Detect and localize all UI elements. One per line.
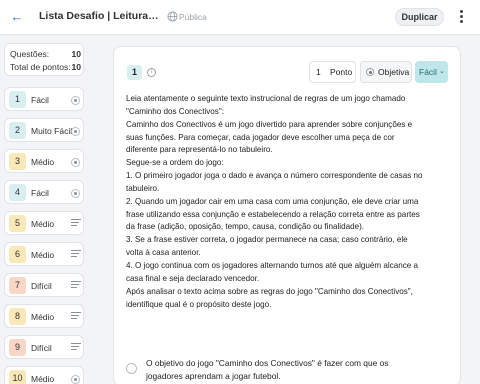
question-item[interactable]: 7 Difícil	[4, 273, 84, 297]
duplicate-button[interactable]: Duplicar	[395, 8, 444, 26]
question-difficulty: Médio	[31, 312, 55, 322]
statement-paragraph: Após analisar o texto acima sobre as reg…	[126, 286, 416, 309]
option-radio[interactable]	[126, 363, 137, 374]
question-type-label: Objetiva	[378, 67, 410, 77]
question-difficulty: Fácil	[31, 95, 49, 105]
question-number: 3	[9, 153, 26, 170]
lines-icon	[71, 343, 81, 352]
difficulty-dropdown[interactable]: Fácil ⌄	[415, 61, 448, 83]
questions-count-row: Questões: 10	[10, 49, 81, 61]
question-number: 2	[9, 122, 26, 139]
question-item[interactable]: 9 Difícil	[4, 335, 84, 359]
difficulty-label: Fácil	[419, 67, 437, 77]
statement-paragraph: Caminho dos Conectivos é um jogo diverti…	[126, 119, 415, 155]
chevron-down-icon: ⌄	[439, 68, 445, 75]
question-difficulty: Muito Fácil	[31, 126, 73, 136]
question-difficulty: Médio	[31, 219, 55, 229]
back-arrow-icon[interactable]: ←	[10, 10, 24, 24]
question-item[interactable]: 8 Médio	[4, 304, 84, 328]
question-number: 10	[9, 370, 26, 384]
total-points-value: 10	[71, 62, 81, 72]
statement-paragraph: 2. Quando um jogador cair em uma casa co…	[126, 196, 423, 232]
lines-icon	[71, 281, 81, 290]
radio-icon	[71, 375, 80, 384]
question-statement: Leia atentamente o seguinte texto instru…	[126, 93, 424, 311]
radio-icon	[71, 189, 80, 198]
question-item[interactable]: 2 Muito Fácil	[4, 118, 84, 142]
lines-icon	[71, 219, 81, 228]
radio-icon	[71, 158, 80, 167]
option-text: O objetivo do jogo "Caminho dos Conectiv…	[146, 358, 389, 381]
statement-paragraph: 3. Se a frase estiver correta, o jogador…	[126, 235, 410, 258]
points-value: 1	[316, 67, 321, 77]
questions-count-value: 10	[71, 49, 81, 59]
statement-paragraph: Segue-se a ordem do jogo:	[126, 158, 224, 168]
statement-paragraph: 4. O jogo continua com os jogadores alte…	[126, 260, 421, 283]
info-icon[interactable]: i	[147, 68, 156, 77]
radio-icon	[71, 127, 80, 136]
question-difficulty: Médio	[31, 250, 55, 260]
question-number-badge: 1	[127, 65, 142, 80]
question-number: 9	[9, 339, 26, 356]
question-number: 8	[9, 308, 26, 325]
question-item[interactable]: 3 Médio	[4, 149, 84, 173]
total-points-row: Total de pontos: 10	[10, 62, 81, 74]
questions-count-label: Questões:	[10, 49, 50, 59]
question-difficulty: Difícil	[31, 281, 52, 291]
question-item[interactable]: 4 Fácil	[4, 180, 84, 204]
statement-paragraph: 1. O primeiro jogador joga o dado e avan…	[126, 171, 425, 193]
question-item[interactable]: 6 Médio	[4, 242, 84, 266]
question-difficulty: Médio	[31, 157, 55, 167]
total-points-label: Total de pontos:	[10, 62, 71, 72]
question-number: 7	[9, 277, 26, 294]
lines-icon	[71, 250, 81, 259]
radio-icon	[71, 96, 80, 105]
more-options-icon[interactable]	[456, 9, 466, 25]
question-item[interactable]: 10 Médio	[4, 366, 84, 384]
lines-icon	[71, 312, 81, 321]
question-number: 5	[9, 215, 26, 232]
question-item[interactable]: 5 Médio	[4, 211, 84, 235]
question-difficulty: Médio	[31, 374, 55, 384]
page-title: Lista Desafio | Leitura e Co...	[39, 10, 160, 22]
points-field[interactable]: 1 Ponto	[309, 61, 356, 83]
question-number: 6	[9, 246, 26, 263]
question-type-button[interactable]: Objetiva	[360, 61, 412, 83]
question-item[interactable]: 1 Fácil	[4, 87, 84, 111]
statement-paragraph: Leia atentamente o seguinte texto instru…	[126, 94, 408, 116]
globe-icon	[167, 11, 178, 22]
radio-icon	[366, 68, 374, 76]
question-number: 4	[9, 184, 26, 201]
top-bar: ← Lista Desafio | Leitura e Co... Públic…	[0, 0, 480, 35]
question-difficulty: Fácil	[31, 188, 49, 198]
question-number: 1	[9, 91, 26, 108]
question-card: 1 i 1 Ponto Objetiva Fácil ⌄ Leia atenta…	[113, 46, 461, 384]
visibility-label: Pública	[179, 12, 207, 22]
points-label: Ponto	[330, 67, 353, 77]
list-summary: Questões: 10 Total de pontos: 10	[4, 43, 84, 76]
question-difficulty: Difícil	[31, 343, 52, 353]
